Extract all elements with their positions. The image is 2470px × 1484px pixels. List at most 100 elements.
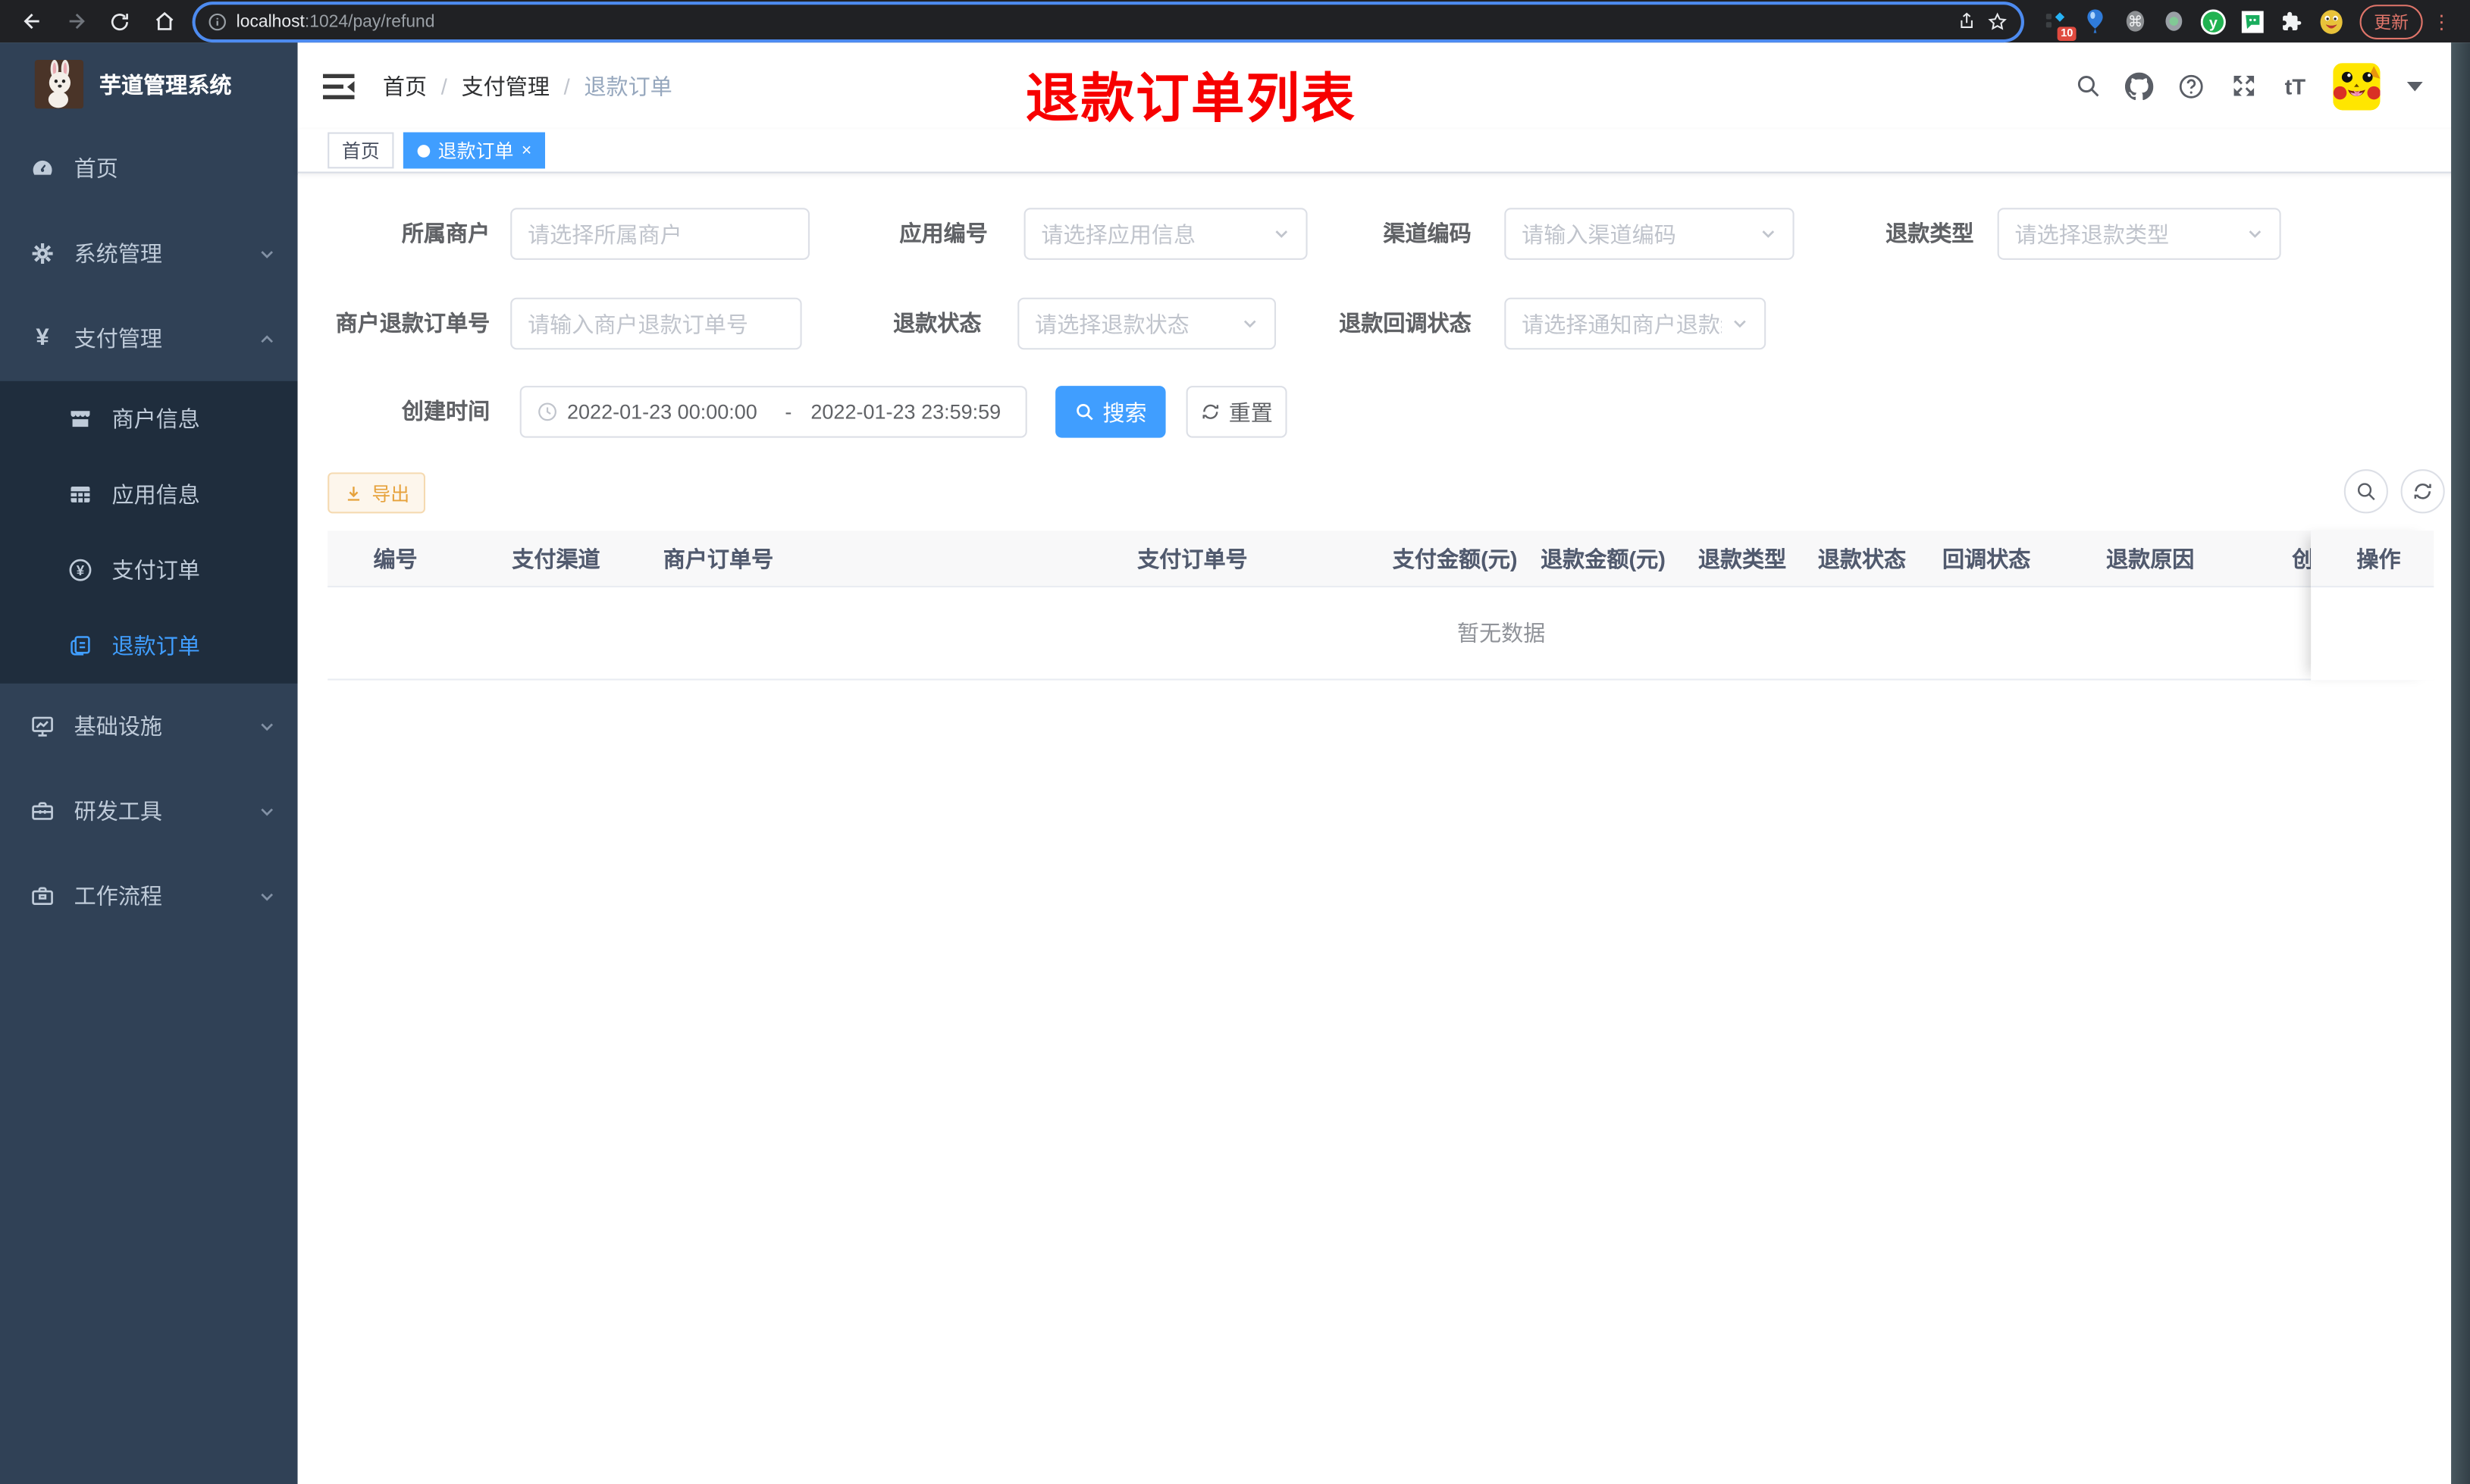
puzzle-icon[interactable]	[2280, 8, 2305, 33]
refund-type-select[interactable]: 请选择退款类型	[1997, 208, 2281, 260]
browser-menu-icon[interactable]: ⋮	[2429, 11, 2457, 33]
y-green-icon[interactable]: y	[2200, 8, 2226, 34]
github-icon[interactable]	[2124, 71, 2154, 100]
reload-icon[interactable]	[101, 4, 139, 39]
channel-select-placeholder: 请输入渠道编码	[1522, 221, 1676, 247]
svg-text:¥: ¥	[77, 562, 85, 578]
create-time-separator: -	[785, 399, 792, 424]
chat-icon[interactable]	[2240, 8, 2265, 33]
col-callback-status: 回调状态	[1942, 546, 2031, 572]
search-icon[interactable]	[2073, 72, 2101, 100]
search-icon	[1077, 403, 1093, 421]
search-button[interactable]: 搜索	[1055, 386, 1166, 438]
sidebar-item-refund-order[interactable]: 退款订单	[0, 608, 298, 684]
sidebar-item-label: 系统管理	[74, 240, 163, 267]
top-navbar: 首页 / 支付管理 / 退款订单 tT	[297, 42, 2470, 130]
export-button[interactable]: 导出	[328, 472, 426, 514]
merchant-refund-no-input[interactable]	[510, 297, 802, 350]
col-refund-amount: 退款金额(元)	[1541, 546, 1666, 572]
extension-badge-icon[interactable]: 10	[2043, 8, 2077, 40]
gear-icon	[30, 241, 55, 266]
browser-update-button[interactable]: 更新	[2359, 4, 2423, 39]
bookmark-star-icon[interactable]	[1986, 11, 2008, 33]
col-refund-status: 退款状态	[1817, 546, 1907, 572]
sidebar-item-home[interactable]: 首页	[0, 126, 298, 211]
command-icon[interactable]: ⌘	[2122, 8, 2147, 33]
sidebar-collapse-icon[interactable]	[322, 72, 355, 100]
fullscreen-icon[interactable]	[2229, 72, 2257, 100]
sidebar-item-workflow[interactable]: 工作流程	[0, 853, 298, 938]
channel-select[interactable]: 请输入渠道编码	[1504, 208, 1795, 260]
refund-status-select-placeholder: 请选择退款状态	[1035, 311, 1190, 337]
sidebar-item-pay[interactable]: ¥ 支付管理	[0, 296, 298, 381]
tags-bar: 首页 退款订单 ×	[297, 129, 2470, 174]
sidebar-item-app-info[interactable]: 应用信息	[0, 457, 298, 533]
address-bar[interactable]: localhost:1024/pay/refund	[195, 4, 2021, 39]
col-refund-type: 退款类型	[1697, 546, 1787, 572]
sidebar-item-system[interactable]: 系统管理	[0, 211, 298, 296]
caret-down-icon[interactable]	[2406, 81, 2423, 91]
refund-type-select-placeholder: 请选择退款类型	[2014, 221, 2170, 247]
callback-status-select-placeholder: 请选择通知商户退款结果的	[1522, 311, 1722, 337]
sidebar-logo-row[interactable]: 芋道管理系统	[0, 42, 298, 126]
breadcrumb-home[interactable]: 首页	[383, 70, 427, 102]
breadcrumb: 首页 / 支付管理 / 退款订单	[383, 70, 672, 102]
sidebar-item-infra[interactable]: 基础设施	[0, 684, 298, 769]
col-operation: 操作	[2311, 531, 2434, 588]
home-icon[interactable]	[145, 4, 183, 39]
pay-order-icon: ¥	[67, 558, 92, 583]
refresh-icon	[1202, 404, 1219, 419]
breadcrumb-pay[interactable]: 支付管理	[462, 70, 550, 102]
show-search-button[interactable]	[2343, 469, 2388, 514]
chevron-down-icon	[1241, 315, 1259, 333]
svg-text:y: y	[2209, 14, 2218, 31]
reset-button[interactable]: 重置	[1186, 386, 1287, 438]
font-size-icon[interactable]: tT	[2281, 72, 2309, 100]
sidebar-item-label: 首页	[74, 155, 118, 181]
app-select-placeholder: 请选择应用信息	[1041, 221, 1196, 247]
recorder-icon[interactable]	[2161, 8, 2186, 33]
refund-status-select[interactable]: 请选择退款状态	[1017, 297, 1277, 350]
sidebar-item-label: 研发工具	[74, 798, 163, 824]
tag-home[interactable]: 首页	[328, 132, 394, 169]
create-time-range-picker[interactable]: 2022-01-23 00:00:00 - 2022-01-23 23:59:5…	[519, 386, 1027, 438]
owner-input[interactable]	[510, 208, 810, 260]
export-button-label: 导出	[371, 482, 410, 505]
emoji-icon[interactable]	[2319, 8, 2344, 33]
tag-close-icon[interactable]: ×	[522, 141, 531, 160]
url-host: localhost	[236, 11, 305, 31]
sidebar-item-devtools[interactable]: 研发工具	[0, 769, 298, 853]
briefcase-icon	[30, 884, 55, 909]
refresh-icon	[2414, 483, 2431, 499]
create-time-start[interactable]: 2022-01-23 00:00:00	[567, 400, 766, 424]
info-icon[interactable]	[208, 12, 227, 31]
sidebar-item-merchant-info[interactable]: 商户信息	[0, 381, 298, 457]
url-text: localhost:1024/pay/refund	[237, 12, 1948, 31]
sidebar-item-label: 应用信息	[111, 481, 200, 508]
filter-label-merchant-refund-no: 商户退款订单号	[335, 310, 491, 336]
page-scrollbar[interactable]	[2451, 42, 2470, 1484]
sidebar-item-label: 工作流程	[74, 883, 163, 909]
owner-input-field[interactable]	[528, 221, 793, 247]
refresh-list-button[interactable]	[2400, 469, 2445, 514]
share-icon[interactable]	[1957, 11, 1977, 32]
balloon-icon[interactable]	[2083, 8, 2108, 33]
download-icon	[347, 486, 360, 500]
app-select[interactable]: 请选择应用信息	[1023, 208, 1308, 260]
sidebar-item-pay-order[interactable]: ¥ 支付订单	[0, 532, 298, 608]
screen: localhost:1024/pay/refund 10 ⌘ y 更新 ⋮ 芋道…	[0, 0, 2470, 1484]
tag-refund-order[interactable]: 退款订单 ×	[403, 132, 546, 169]
help-icon[interactable]	[2177, 72, 2205, 100]
reset-button-label: 重置	[1228, 399, 1273, 424]
callback-status-select[interactable]: 请选择通知商户退款结果的	[1504, 297, 1766, 350]
main-area: 退款订单列表 首页 / 支付管理 / 退款订单 tT 首页 退款订单 × 所属商…	[297, 42, 2470, 1484]
create-time-end[interactable]: 2022-01-23 23:59:59	[810, 400, 1009, 424]
chevron-down-icon	[261, 892, 274, 900]
sidebar-item-label: 支付管理	[74, 326, 163, 352]
merchant-refund-no-field[interactable]	[528, 311, 785, 337]
pay-submenu: 商户信息 应用信息 ¥ 支付订单 退款订单	[0, 380, 298, 684]
sidebar-item-label: 支付订单	[111, 557, 200, 583]
avatar[interactable]	[2333, 62, 2381, 110]
forward-icon[interactable]	[57, 4, 95, 39]
back-icon[interactable]	[13, 4, 51, 39]
